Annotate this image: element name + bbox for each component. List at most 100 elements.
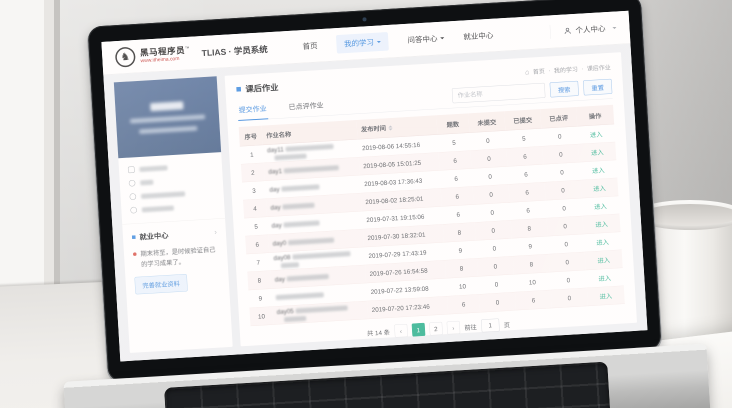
cell-question-count: 5 [437,133,470,153]
blurred-text [274,153,306,160]
page-button-1[interactable]: 1 [411,323,425,337]
enter-link[interactable]: 进入 [593,185,606,193]
cell-index: 4 [243,199,267,218]
cell-submitted: 6 [509,182,546,202]
tab-提交作业[interactable]: 提交作业 [237,97,268,120]
profile-info-row [128,162,213,174]
webcam-dot [362,17,366,21]
assignment-name: day [270,199,357,211]
person-icon [129,193,136,200]
cell-not-submitted: 0 [474,202,511,222]
enter-link[interactable]: 进入 [596,239,609,247]
clock-icon [130,207,137,214]
complete-profile-button[interactable]: 完善就业资料 [134,274,187,295]
cell-not-submitted: 0 [478,274,515,294]
assignment-name [276,290,363,300]
photo-scene: ♞ 黑马程序员™ www.itheima.com TLIAS · 学员系统 首页… [0,0,732,408]
cell-index: 6 [245,235,269,254]
cell-submitted: 10 [514,272,551,292]
cell-action: 进入 [581,196,619,216]
blurred-text [284,165,339,173]
goto-label: 前往 [464,322,477,332]
cell-question-count: 6 [441,187,474,207]
enter-link[interactable]: 进入 [599,293,612,301]
home-icon: ⌂ [525,68,530,75]
cell-submitted: 8 [513,254,550,274]
breadcrumb-item[interactable]: 首页 [533,67,545,76]
cell-reviewed: 0 [543,162,580,182]
brand-trademark: ™ [185,45,190,50]
blurred-text [282,202,314,209]
enter-link[interactable]: 进入 [597,257,610,265]
employment-section: 就业中心 › 期末将至，是时候验证自己的学习成果了。 完善就业资料 [122,218,229,303]
chevron-down-icon [440,37,444,41]
blurred-text [140,179,153,185]
enter-link[interactable]: 进入 [591,149,604,157]
laptop: ♞ 黑马程序员™ www.itheima.com TLIAS · 学员系统 首页… [87,0,666,408]
main-nav: 首页 我的学习 问答中心 就业中心 [302,26,494,56]
section-marker [132,235,136,239]
profile-info-row [129,175,214,187]
assignment-name: day0 [272,235,359,247]
cell-action: 进入 [579,160,617,180]
profile-name-blurred [150,101,183,111]
cell-action: 进入 [587,286,625,306]
main-panel: 课后作业 ⌂ 首页·我的学习·课后作业 提交作业已点评作业 [225,52,637,346]
column-label: 作业名称 [266,131,291,139]
name-prefix: day [270,203,280,211]
profile-class-blurred [130,115,205,124]
group-icon [129,180,136,187]
nav-item-问答中心[interactable]: 问答中心 [407,33,445,46]
enter-link[interactable]: 进入 [598,275,611,283]
cell-question-count: 6 [440,169,473,189]
reset-button[interactable]: 重置 [583,79,612,96]
user-menu[interactable]: 个人中心 [550,21,617,39]
search-button[interactable]: 搜索 [550,81,579,98]
breadcrumb-item[interactable]: 课后作业 [587,63,611,73]
breadcrumb-separator: · [581,65,583,72]
page-button-2[interactable]: 2 [429,322,443,336]
column-header-5: 未提交 [468,111,505,132]
blurred-text [285,144,333,152]
cell-question-count: 9 [444,240,477,260]
prev-page-button[interactable]: ‹ [394,324,408,338]
assignment-name: day1 [268,163,355,175]
name-prefix: day [275,275,285,283]
name-prefix: day [271,221,281,229]
page-buttons: 12 [411,322,442,337]
laptop-lid: ♞ 黑马程序员™ www.itheima.com TLIAS · 学员系统 首页… [87,0,661,382]
next-page-button[interactable]: › [446,321,460,335]
nav-item-首页[interactable]: 首页 [302,40,318,51]
enter-link[interactable]: 进入 [594,203,607,211]
name-prefix: day05 [276,307,293,315]
nav-item-就业中心[interactable]: 就业中心 [463,30,494,42]
cell-reviewed: 0 [546,198,583,218]
column-header-1: 序号 [239,126,263,147]
employment-header[interactable]: 就业中心 › [132,227,217,243]
column-header-4: 题数 [436,113,469,134]
sidebar: 就业中心 › 期末将至，是时候验证自己的学习成果了。 完善就业资料 [114,76,233,353]
cell-index: 5 [244,217,268,236]
sort-icon[interactable] [388,124,393,133]
nav-item-label: 就业中心 [463,30,494,42]
name-prefix: day0 [272,239,286,247]
nav-item-我的学习[interactable]: 我的学习 [336,32,389,54]
search-input[interactable] [452,83,546,103]
enter-link[interactable]: 进入 [590,131,603,139]
blurred-text [283,220,319,227]
column-label: 题数 [446,121,459,129]
cell-question-count: 10 [446,276,479,296]
name-prefix: day1 [268,167,282,175]
goto-page-input[interactable] [481,318,500,332]
cell-not-submitted: 0 [475,220,512,240]
enter-link[interactable]: 进入 [592,167,605,175]
breadcrumb-item[interactable]: 我的学习 [554,65,578,75]
brand-logo-icon: ♞ [115,46,136,67]
cell-not-submitted: 0 [472,166,509,186]
cell-submitted: 6 [507,164,544,184]
cell-submitted: 8 [511,218,548,238]
blurred-text [296,305,348,313]
tab-已点评作业[interactable]: 已点评作业 [287,94,325,118]
name-prefix: day11 [267,146,284,154]
enter-link[interactable]: 进入 [595,221,608,229]
